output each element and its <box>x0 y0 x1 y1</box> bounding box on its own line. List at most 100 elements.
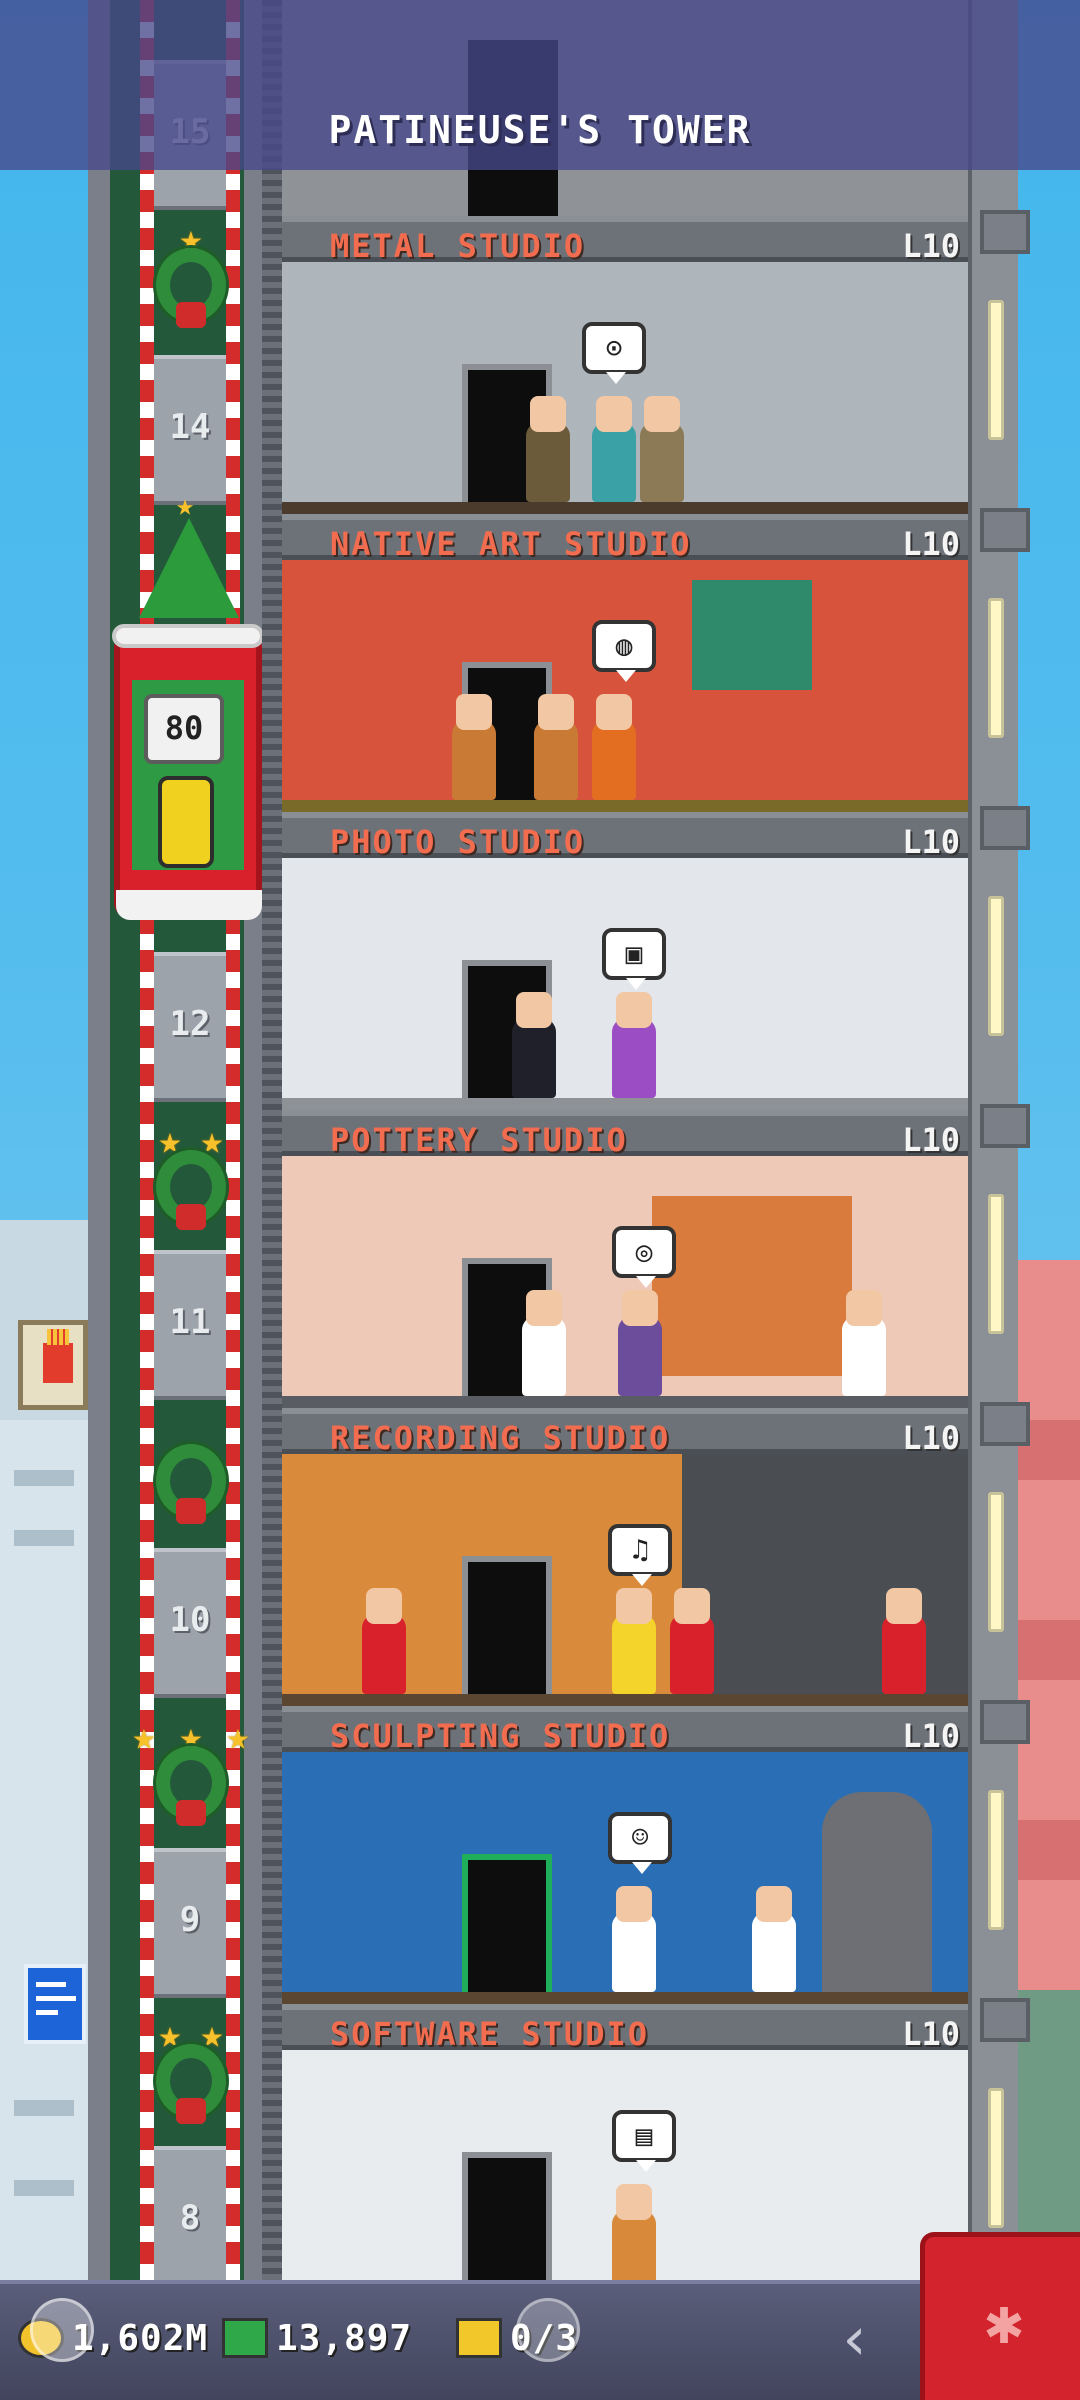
bitizen[interactable] <box>752 1886 796 1992</box>
wreath-decoration <box>148 1414 234 1534</box>
speech-bubble[interactable]: ♫ <box>608 1524 672 1586</box>
bitizen[interactable] <box>452 694 496 800</box>
door <box>462 1556 552 1706</box>
room[interactable]: ◍ <box>282 560 968 812</box>
bitizen[interactable] <box>842 1290 886 1396</box>
christmas-tree-icon: ★ <box>134 488 244 628</box>
bitizen[interactable] <box>882 1588 926 1694</box>
bitizen[interactable] <box>612 1588 656 1694</box>
floor-name: SOFTWARE STUDIO <box>330 2015 649 2053</box>
floor-level: L10 <box>902 2015 960 2053</box>
elevator-floor-10[interactable]: 10 <box>154 1548 226 1698</box>
bow-icon <box>176 1800 206 1826</box>
rail-bracket <box>980 1700 1030 1744</box>
bow-icon <box>176 2098 206 2124</box>
bow-icon <box>176 1204 206 1230</box>
floor-name: PHOTO STUDIO <box>330 823 586 861</box>
bitizen[interactable] <box>534 694 578 800</box>
elevator-floor-11[interactable]: 11 <box>154 1250 226 1400</box>
floor-native-art-studio[interactable]: NATIVE ART STUDIO L10 ◍ <box>282 514 968 812</box>
bitizen[interactable] <box>670 1588 714 1694</box>
left-building-window <box>14 1470 74 1486</box>
bitizen[interactable] <box>592 396 636 502</box>
right-building-band <box>1018 1620 1080 1680</box>
floor-sculpting-studio[interactable]: SCULPTING STUDIO L10 ☺ <box>282 1706 968 2004</box>
wreath-decoration: ★ ★ ★ <box>133 1716 249 1836</box>
room[interactable]: ▤ <box>282 2050 968 2302</box>
floor-label: METAL STUDIO L10 <box>282 216 968 265</box>
ticket-icon <box>456 2318 502 2358</box>
speech-bubble[interactable]: ◍ <box>592 620 656 682</box>
bitizen[interactable] <box>612 1886 656 1992</box>
room[interactable]: ◎ <box>282 1156 968 1408</box>
bitizen[interactable] <box>522 1290 566 1396</box>
speech-bubble[interactable]: ◎ <box>612 1226 676 1288</box>
left-building-window <box>14 1530 74 1546</box>
floor-photo-studio[interactable]: PHOTO STUDIO L10 ▣ <box>282 812 968 1110</box>
elevator-floor-14[interactable]: 14 <box>154 355 226 505</box>
floor-name: NATIVE ART STUDIO <box>330 525 692 563</box>
bitizen[interactable] <box>592 694 636 800</box>
floor-level: L10 <box>902 1419 960 1457</box>
bitizen[interactable] <box>640 396 684 502</box>
room[interactable]: ⊙ <box>282 262 968 514</box>
elevator-floor-9[interactable]: 9 <box>154 1848 226 1998</box>
bitizen[interactable] <box>612 2184 656 2290</box>
rail-bracket <box>980 210 1030 254</box>
speech-bubble[interactable]: ▤ <box>612 2110 676 2172</box>
speech-bubble[interactable]: ⊙ <box>582 322 646 384</box>
bitizen[interactable] <box>362 1588 406 1694</box>
room[interactable]: ▣ <box>282 858 968 1110</box>
bitizen[interactable] <box>618 1290 662 1396</box>
build-button[interactable]: ✱ <box>920 2232 1080 2400</box>
back-button[interactable]: ‹ <box>820 2306 890 2376</box>
speech-bubble[interactable]: ☺ <box>608 1812 672 1874</box>
left-building-window <box>14 2100 74 2116</box>
floor-number: 9 <box>179 1900 201 1940</box>
tower-column <box>262 0 282 2280</box>
rail-bracket <box>980 1402 1030 1446</box>
floor-name: RECORDING STUDIO <box>330 1419 671 1457</box>
floor-level: L10 <box>902 1121 960 1159</box>
wreath-decoration: ★ ★ <box>148 2014 234 2134</box>
rail-bracket <box>980 1998 1030 2042</box>
floor-metal-studio[interactable]: METAL STUDIO L10 ⊙ <box>282 216 968 514</box>
room[interactable]: ♫ <box>282 1454 968 1706</box>
right-building-band <box>1018 1820 1080 1880</box>
rail-bracket <box>980 806 1030 850</box>
bitizen[interactable] <box>512 992 556 1098</box>
wreath-decoration: ★ ★ <box>148 1120 234 1240</box>
bitizen[interactable] <box>612 992 656 1098</box>
blue-sign <box>24 1964 86 2044</box>
floor-level: L10 <box>902 525 960 563</box>
floor-number: 8 <box>179 2198 201 2238</box>
elevator-car[interactable]: 80 <box>112 624 264 920</box>
pottery-shelf <box>652 1196 852 1376</box>
elevator-rider[interactable] <box>158 776 214 868</box>
floor-recording-studio[interactable]: RECORDING STUDIO L10 ♫ <box>282 1408 968 1706</box>
floor-number: 10 <box>169 1600 211 1640</box>
door <box>462 1854 552 2004</box>
floor-label: NATIVE ART STUDIO L10 <box>282 514 968 563</box>
bux-icon <box>222 2318 268 2358</box>
rail-light <box>988 300 1004 440</box>
elevator-floor-12[interactable]: 12 <box>154 952 226 1102</box>
sculpture <box>822 1792 932 1992</box>
floor-software-studio[interactable]: SOFTWARE STUDIO L10 ▤ <box>282 2004 968 2302</box>
elevator-floor-indicator: 80 <box>144 694 224 764</box>
tower-title[interactable]: PATINEUSE'S TOWER <box>0 108 1080 152</box>
fries-icon <box>43 1329 73 1383</box>
rail-light <box>988 598 1004 738</box>
left-building-window <box>14 2180 74 2196</box>
floor-label: RECORDING STUDIO L10 <box>282 1408 968 1457</box>
room[interactable]: ☺ <box>282 1752 968 2004</box>
speech-bubble[interactable]: ▣ <box>602 928 666 990</box>
floor-pottery-studio[interactable]: POTTERY STUDIO L10 ◎ <box>282 1110 968 1408</box>
floor-name: POTTERY STUDIO <box>330 1121 628 1159</box>
tower-header: PATINEUSE'S TOWER <box>0 0 1080 170</box>
tower: METAL STUDIO L10 ⊙ NATIVE ART STUDIO L10… <box>282 0 968 2302</box>
elevator-floor-8[interactable]: 8 <box>154 2146 226 2296</box>
bux-stat[interactable]: 13,897 <box>222 2312 412 2364</box>
bitizen[interactable] <box>526 396 570 502</box>
floor-number: 11 <box>169 1302 211 1342</box>
